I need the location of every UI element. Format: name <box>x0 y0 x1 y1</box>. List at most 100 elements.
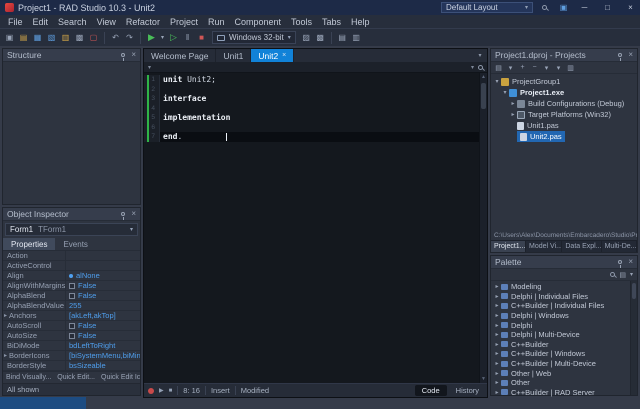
expand-chevron-icon[interactable]: ▸ <box>493 350 501 357</box>
code-navigation-chevron-icon[interactable]: ▾ <box>148 64 151 71</box>
menu-run[interactable]: Run <box>203 15 230 28</box>
tab-data-explorer[interactable]: Data Expl... <box>562 241 601 252</box>
build-icon[interactable]: ▩ <box>314 31 327 44</box>
remove-file-from-project-icon[interactable]: ▢ <box>87 31 100 44</box>
tab-project-manager[interactable]: Project1... <box>491 241 526 252</box>
property-row[interactable]: ActiveControl <box>3 261 140 271</box>
code-area[interactable]: 1 unit Unit2; 2 3 interface 4 5 implemen… <box>144 73 487 142</box>
property-row[interactable]: Align alNone <box>3 271 140 281</box>
palette-category[interactable]: ▸C++Builder <box>491 340 637 350</box>
close-button[interactable]: × <box>621 0 640 15</box>
close-icon[interactable]: × <box>131 210 136 218</box>
checkbox-icon[interactable] <box>69 323 75 329</box>
sync-with-editor-icon[interactable]: ▥ <box>565 62 576 73</box>
new-items-icon[interactable]: ▣ <box>3 31 16 44</box>
close-icon[interactable]: × <box>628 51 633 59</box>
code-line[interactable]: 3 interface <box>144 94 487 104</box>
menu-component[interactable]: Component <box>229 15 286 28</box>
code-line[interactable]: 2 <box>144 85 487 95</box>
tree-item-projectgroup[interactable]: ▾ ProjectGroup1 <box>491 76 637 87</box>
expand-chevron-icon[interactable]: ▸ <box>493 312 501 319</box>
tab-unit2[interactable]: Unit2× <box>251 49 294 62</box>
palette-category[interactable]: ▸C++Builder | Individual Files <box>491 301 637 311</box>
add-item-icon[interactable]: + <box>517 62 528 73</box>
property-row[interactable]: AutoSize False <box>3 331 140 341</box>
code-line[interactable]: 1 unit Unit2; <box>144 75 487 85</box>
pin-icon[interactable] <box>618 260 622 264</box>
palette-category[interactable]: ▸Delphi <box>491 320 637 330</box>
property-row[interactable]: ▸Anchors [akLeft,akTop] <box>3 311 140 321</box>
property-row[interactable]: BorderStyle bsSizeable <box>3 361 140 371</box>
menu-project[interactable]: Project <box>165 15 203 28</box>
save-file-icon[interactable]: ▦ <box>31 31 44 44</box>
property-row[interactable]: Action <box>3 251 140 261</box>
open-project-icon[interactable]: ▥ <box>59 31 72 44</box>
expand-chevron-icon[interactable]: ▸ <box>493 341 501 348</box>
palette-category[interactable]: ▸Delphi | Multi-Device <box>491 330 637 340</box>
tab-unit1[interactable]: Unit1 <box>216 49 251 62</box>
close-icon[interactable]: × <box>131 51 136 59</box>
maximize-button[interactable]: □ <box>598 0 617 15</box>
record-macro-icon[interactable] <box>148 388 154 394</box>
palette-category[interactable]: ▸Other | Web <box>491 368 637 378</box>
sort-icon[interactable]: ▾ <box>553 62 564 73</box>
run-without-debugging-icon[interactable]: ▷ <box>167 31 180 44</box>
code-line[interactable]: 5 implementation <box>144 113 487 123</box>
expand-chevron-icon[interactable]: ▸ <box>493 293 501 300</box>
pin-icon[interactable] <box>121 212 125 216</box>
palette-category[interactable]: ▸C++Builder | Windows <box>491 349 637 359</box>
code-line[interactable]: 6 <box>144 123 487 133</box>
undo-icon[interactable]: ↶ <box>109 31 122 44</box>
editor-vertical-scrollbar[interactable]: ▲ ▼ <box>479 73 487 383</box>
tab-welcome-page[interactable]: Welcome Page <box>144 49 216 62</box>
run-options-chevron-icon[interactable]: ▾ <box>159 31 166 44</box>
property-row[interactable]: ▸BorderIcons [biSystemMenu,biMinimi <box>3 351 140 361</box>
add-file-to-project-icon[interactable]: ▩ <box>73 31 86 44</box>
pause-icon[interactable]: ‖ <box>181 31 194 44</box>
expand-chevron-icon[interactable]: ▸ <box>493 322 501 329</box>
code-line-current[interactable]: 7 end. <box>144 132 487 142</box>
tree-item-project1-exe[interactable]: ▾ Project1.exe <box>491 87 637 98</box>
open-file-icon[interactable]: ▤ <box>17 31 30 44</box>
close-icon[interactable]: × <box>628 258 633 266</box>
save-all-icon[interactable]: ▧ <box>45 31 58 44</box>
property-row[interactable]: BiDiMode bdLeftToRight <box>3 341 140 351</box>
code-line[interactable]: 4 <box>144 104 487 114</box>
checkbox-icon[interactable] <box>69 333 75 339</box>
checkbox-icon[interactable] <box>69 283 75 289</box>
desktop-layout-combo[interactable]: Default Layout ▾ <box>441 2 533 13</box>
expand-chevron-icon[interactable]: ▸ <box>493 283 501 290</box>
desktop-layout-icon[interactable]: ▥ <box>350 31 363 44</box>
play-macro-icon[interactable]: ▶ <box>159 387 164 394</box>
object-selector-combo[interactable]: Form1 TForm1 ▾ <box>5 223 138 236</box>
checkbox-icon[interactable] <box>69 293 75 299</box>
tab-multi-device-preview[interactable]: Multi-De... <box>602 241 637 252</box>
expand-chevron-icon[interactable]: ▸ <box>4 352 7 359</box>
scroll-down-icon[interactable]: ▼ <box>481 376 486 382</box>
selected-tree-item[interactable]: Unit2.pas <box>517 131 565 142</box>
palette-search-icon[interactable] <box>610 272 615 277</box>
scroll-up-icon[interactable]: ▲ <box>481 74 486 80</box>
chevron-down-icon[interactable]: ▾ <box>541 62 552 73</box>
expand-chevron-icon[interactable]: ▸ <box>493 302 501 309</box>
menu-help[interactable]: Help <box>346 15 375 28</box>
structure-tree[interactable] <box>3 62 140 202</box>
menu-file[interactable]: File <box>3 15 28 28</box>
palette-category[interactable]: ▸Delphi | Windows <box>491 311 637 321</box>
expand-chevron-icon[interactable]: ▸ <box>493 370 501 377</box>
expand-chevron-icon[interactable]: ▸ <box>493 389 501 396</box>
redo-icon[interactable]: ↷ <box>123 31 136 44</box>
tree-item-unit1-pas[interactable]: Unit1.pas <box>491 120 637 131</box>
property-row[interactable]: AlphaBlend False <box>3 291 140 301</box>
ide-insight-search-icon[interactable] <box>537 2 552 14</box>
compile-icon[interactable]: ▨ <box>300 31 313 44</box>
close-tab-icon[interactable]: × <box>282 52 286 59</box>
property-row[interactable]: AutoScroll False <box>3 321 140 331</box>
palette-category[interactable]: ▸C++Builder | Multi-Device <box>491 359 637 369</box>
tab-model-view[interactable]: Model Vi... <box>526 241 562 252</box>
palette-scrollbar[interactable] <box>630 281 637 395</box>
tab-events[interactable]: Events <box>55 238 95 250</box>
scrollbar-thumb[interactable] <box>632 283 636 299</box>
pin-icon[interactable] <box>121 53 125 57</box>
minimize-button[interactable]: ─ <box>575 0 594 15</box>
